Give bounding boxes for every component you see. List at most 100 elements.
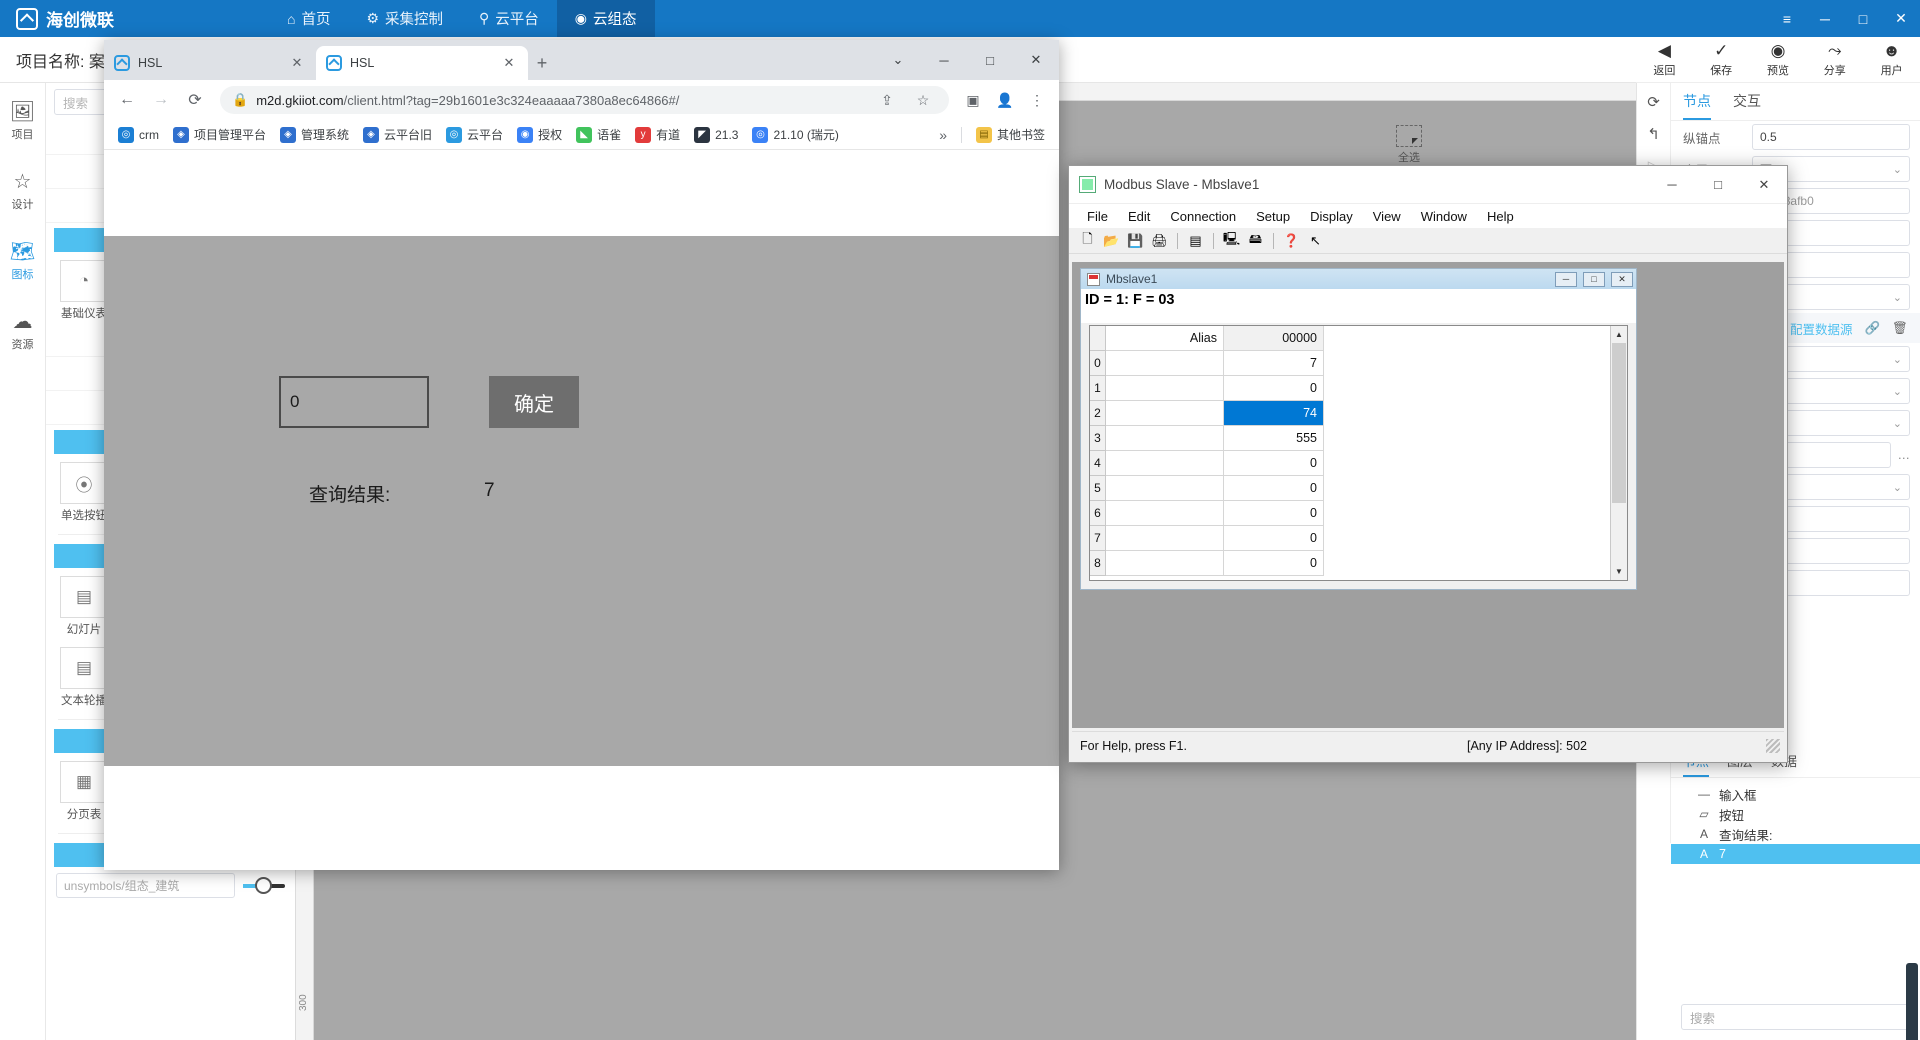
bookmark-2110[interactable]: ◎ 21.10 (瑞元) bbox=[746, 123, 844, 146]
chrome-tab-2[interactable]: HSL ✕ bbox=[316, 46, 528, 80]
tab-interaction[interactable]: 交互 bbox=[1733, 91, 1761, 120]
bookmarks-overflow-button[interactable]: » bbox=[933, 127, 953, 143]
chrome-close-button[interactable]: ✕ bbox=[1013, 40, 1059, 80]
select-all-tool[interactable]: 全选 bbox=[1396, 125, 1422, 165]
hmi-confirm-button[interactable]: 确定 bbox=[489, 376, 579, 428]
menu-connection[interactable]: Connection bbox=[1160, 207, 1246, 226]
rail-item-resources[interactable]: ☁ 资源 bbox=[1, 309, 45, 353]
topnav-item-home[interactable]: ⌂ 首页 bbox=[269, 0, 348, 37]
chrome-new-tab-button[interactable]: + bbox=[528, 49, 556, 77]
scroll-up-icon[interactable]: ▲ bbox=[1611, 326, 1627, 343]
tree-item-input[interactable]: — 输入框 bbox=[1671, 784, 1920, 804]
grid-scrollbar[interactable]: ▲ ▼ bbox=[1610, 326, 1627, 580]
row-alias[interactable] bbox=[1106, 376, 1224, 401]
menu-file[interactable]: File bbox=[1077, 207, 1118, 226]
chrome-tabsearch-button[interactable]: ⌄ bbox=[875, 40, 921, 80]
table-row[interactable]: 3 555 bbox=[1090, 426, 1610, 451]
toolbar-back-button[interactable]: ◀ 返回 bbox=[1653, 41, 1675, 78]
disconnect-icon[interactable]: 🖴 bbox=[1245, 231, 1266, 251]
profile-icon[interactable]: 👤 bbox=[991, 86, 1019, 114]
tile-gauge[interactable]: ◔ 基础仪表 bbox=[60, 260, 108, 321]
menu-dots-icon[interactable]: ⋮ bbox=[1023, 86, 1051, 114]
topnav-item-collect[interactable]: ⚙ 采集控制 bbox=[348, 0, 461, 37]
tile-slide[interactable]: ▤ 幻灯片 bbox=[60, 576, 108, 637]
bookmark-other-folder[interactable]: ▤ 其他书签 bbox=[970, 123, 1051, 146]
modbus-register-grid[interactable]: Alias 00000 0 7 1 0 2 74 3 555 4 0 5 0 6… bbox=[1089, 325, 1628, 581]
star-icon[interactable]: ☆ bbox=[909, 86, 937, 114]
grid-header-address[interactable]: 00000 bbox=[1224, 326, 1324, 351]
row-alias[interactable] bbox=[1106, 351, 1224, 376]
help-cursor-icon[interactable]: ↖ bbox=[1305, 231, 1326, 251]
tile-text-carousel[interactable]: ▤ 文本轮播 bbox=[60, 647, 108, 708]
menu-view[interactable]: View bbox=[1363, 207, 1411, 226]
toolbar-save-button[interactable]: ✓ 保存 bbox=[1710, 41, 1732, 78]
open-icon[interactable]: 📂 bbox=[1101, 231, 1122, 251]
rail-item-design[interactable]: ☆ 设计 bbox=[1, 169, 45, 213]
connect-icon[interactable]: 🖳 bbox=[1221, 231, 1242, 251]
rail-item-project[interactable]: 🖼 项目 bbox=[1, 99, 45, 143]
row-alias[interactable] bbox=[1106, 501, 1224, 526]
table-row[interactable]: 4 0 bbox=[1090, 451, 1610, 476]
menu-help[interactable]: Help bbox=[1477, 207, 1524, 226]
about-icon[interactable]: ❓ bbox=[1281, 231, 1302, 251]
reload-button[interactable]: ⟳ bbox=[180, 85, 210, 115]
row-value[interactable]: 555 bbox=[1224, 426, 1324, 451]
app-minimize-button[interactable]: ─ bbox=[1806, 0, 1844, 37]
bookmark-authorization[interactable]: ◉ 授权 bbox=[511, 123, 568, 146]
bookmark-cloud-platform[interactable]: ◎ 云平台 bbox=[440, 123, 509, 146]
share-box-icon[interactable]: ⇪ bbox=[873, 86, 901, 114]
toolbar-user-button[interactable]: ☻ 用户 bbox=[1881, 41, 1903, 78]
row-value[interactable]: 0 bbox=[1224, 551, 1324, 576]
bookmark-yuque[interactable]: ◣ 语雀 bbox=[570, 123, 627, 146]
tree-search-input[interactable]: 搜索 bbox=[1681, 1004, 1910, 1030]
scrollbar-thumb[interactable] bbox=[1612, 343, 1626, 503]
row-value[interactable]: 0 bbox=[1224, 376, 1324, 401]
icon-library-toggle[interactable] bbox=[243, 876, 285, 894]
scrollbar-track[interactable] bbox=[1611, 343, 1627, 563]
tree-item-result-label[interactable]: A 查询结果: bbox=[1671, 824, 1920, 844]
link-icon[interactable]: 🔗 bbox=[1865, 321, 1881, 336]
tile-radio-button[interactable]: ⦿ 单选按钮 bbox=[60, 462, 108, 523]
row-value[interactable]: 0 bbox=[1224, 526, 1324, 551]
back-button[interactable]: ← bbox=[112, 85, 142, 115]
app-menu-button[interactable]: ≡ bbox=[1768, 0, 1806, 37]
bookmark-project-platform[interactable]: ◈ 项目管理平台 bbox=[167, 123, 272, 146]
resize-grip-icon[interactable] bbox=[1766, 738, 1780, 753]
scroll-down-icon[interactable]: ▼ bbox=[1611, 563, 1627, 580]
table-row[interactable]: 6 0 bbox=[1090, 501, 1610, 526]
configure-datasource-link[interactable]: 配置数据源 bbox=[1790, 319, 1853, 338]
bookmark-213[interactable]: ◤ 21.3 bbox=[688, 124, 744, 146]
menu-edit[interactable]: Edit bbox=[1118, 207, 1160, 226]
grid-header-alias[interactable]: Alias bbox=[1106, 326, 1224, 351]
address-bar[interactable]: 🔒 m2d.gkiiot.com/client.html?tag=29b1601… bbox=[220, 86, 949, 114]
table-row[interactable]: 8 0 bbox=[1090, 551, 1610, 576]
trash-icon[interactable]: 🗑 bbox=[1892, 321, 1908, 336]
modbus-minimize-button[interactable]: ─ bbox=[1649, 166, 1695, 204]
table-row[interactable]: 2 74 bbox=[1090, 401, 1610, 426]
hmi-input-box[interactable]: 0 bbox=[279, 376, 429, 428]
sidepanel-icon[interactable]: ▣ bbox=[959, 86, 987, 114]
chrome-tab-close-icon[interactable]: ✕ bbox=[500, 55, 518, 71]
modbus-close-button[interactable]: ✕ bbox=[1741, 166, 1787, 204]
menu-display[interactable]: Display bbox=[1300, 207, 1363, 226]
tile-paged-table[interactable]: ▦ 分页表 bbox=[60, 761, 108, 822]
row-alias[interactable] bbox=[1106, 526, 1224, 551]
tab-node[interactable]: 节点 bbox=[1683, 91, 1711, 120]
row-value[interactable]: 0 bbox=[1224, 476, 1324, 501]
tree-item-button[interactable]: ▱ 按钮 bbox=[1671, 804, 1920, 824]
row-alias[interactable] bbox=[1106, 451, 1224, 476]
row-value[interactable]: 0 bbox=[1224, 451, 1324, 476]
table-row[interactable]: 7 0 bbox=[1090, 526, 1610, 551]
forward-button[interactable]: → bbox=[146, 85, 176, 115]
topnav-item-cloud-scada[interactable]: ◉ 云组态 bbox=[556, 0, 655, 37]
bookmark-management-system[interactable]: ◈ 管理系统 bbox=[274, 123, 355, 146]
app-close-button[interactable]: ✕ bbox=[1882, 0, 1920, 37]
menu-window[interactable]: Window bbox=[1411, 207, 1477, 226]
chrome-maximize-button[interactable]: □ bbox=[967, 40, 1013, 80]
hmi-page[interactable]: 0 确定 查询结果: 7 bbox=[104, 236, 1059, 766]
modbus-maximize-button[interactable]: □ bbox=[1695, 166, 1741, 204]
topnav-item-cloud-platform[interactable]: ⚲ 云平台 bbox=[461, 0, 557, 37]
toolbar-preview-button[interactable]: ◉ 预览 bbox=[1767, 41, 1789, 78]
new-icon[interactable]: 🗋 bbox=[1077, 231, 1098, 251]
bookmark-youdao[interactable]: y 有道 bbox=[629, 123, 686, 146]
